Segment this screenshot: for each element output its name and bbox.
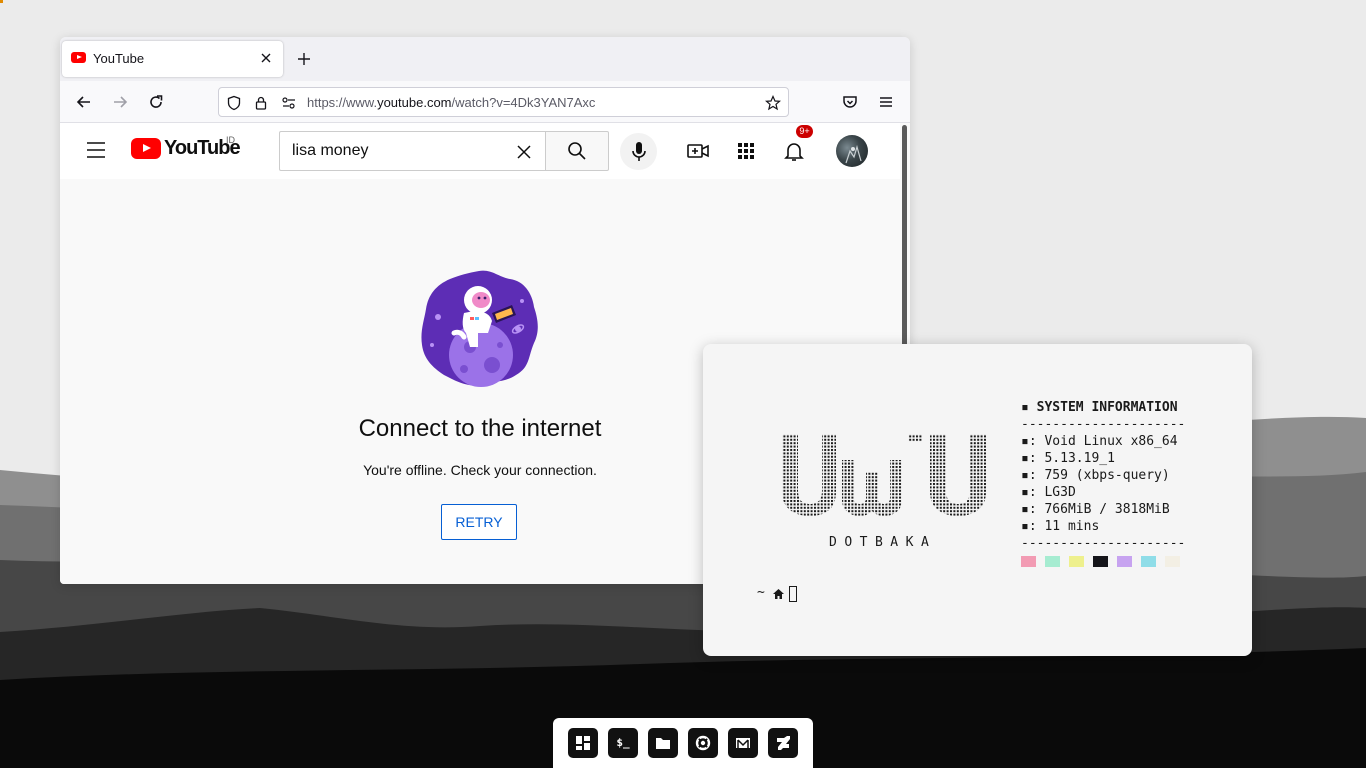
palette-swatch bbox=[1093, 556, 1108, 567]
region-code: ID bbox=[226, 135, 235, 145]
search-icon bbox=[568, 142, 586, 160]
bookmark-star-icon[interactable] bbox=[765, 95, 781, 111]
uwu-logo-art bbox=[782, 434, 986, 516]
logo-caption: DOTBAKA bbox=[829, 535, 937, 550]
youtube-logo-icon[interactable] bbox=[131, 138, 161, 159]
dock-mail-button[interactable] bbox=[728, 728, 758, 758]
back-icon[interactable] bbox=[75, 93, 93, 111]
microphone-icon bbox=[632, 142, 646, 161]
lock-icon[interactable] bbox=[253, 95, 269, 111]
address-bar[interactable]: https://www.youtube.com/watch?v=4Dk3YAN7… bbox=[218, 87, 789, 117]
shield-icon[interactable] bbox=[226, 95, 242, 111]
tab-youtube[interactable]: YouTube bbox=[62, 41, 283, 77]
terminal-icon: $_ bbox=[616, 736, 630, 749]
dock-help-button[interactable] bbox=[688, 728, 718, 758]
notifications-bell-icon[interactable] bbox=[782, 139, 806, 163]
youtube-favicon-icon bbox=[71, 52, 86, 63]
clear-search-icon[interactable] bbox=[516, 144, 532, 160]
notifications-badge: 9+ bbox=[795, 124, 814, 139]
pocket-icon[interactable] bbox=[841, 93, 859, 111]
palette-swatch bbox=[1117, 556, 1132, 567]
corner-indicator bbox=[0, 0, 3, 3]
terminal-cursor[interactable] bbox=[789, 586, 797, 602]
dock-deviantart-button[interactable] bbox=[768, 728, 798, 758]
palette-swatch bbox=[1165, 556, 1180, 567]
sysinfo-wm: ▪: LG3D bbox=[1021, 485, 1076, 500]
sysinfo-divider-bottom: --------------------- bbox=[1021, 536, 1186, 551]
lifebuoy-icon bbox=[695, 735, 711, 751]
palette-swatch bbox=[1069, 556, 1084, 567]
terminal-window[interactable]: DOTBAKA ▪ SYSTEM INFORMATION ------------… bbox=[703, 344, 1252, 656]
search-box bbox=[279, 131, 546, 171]
sysinfo-packages: ▪: 759 (xbps-query) bbox=[1021, 468, 1170, 483]
home-icon bbox=[773, 589, 784, 599]
page-scrollbar[interactable] bbox=[902, 125, 907, 347]
close-tab-icon[interactable] bbox=[258, 50, 274, 66]
palette-swatch bbox=[1141, 556, 1156, 567]
voice-search-button[interactable] bbox=[620, 133, 657, 170]
dashboard-icon bbox=[576, 736, 590, 750]
dock-terminal-button[interactable]: $_ bbox=[608, 728, 638, 758]
avatar-image-icon bbox=[845, 144, 862, 164]
sysinfo-kernel: ▪: 5.13.19_1 bbox=[1021, 451, 1115, 466]
avatar[interactable] bbox=[836, 135, 868, 167]
sysinfo-os: ▪: Void Linux x86_64 bbox=[1021, 434, 1178, 449]
dock: $_ bbox=[553, 718, 813, 768]
sysinfo-divider-top: --------------------- bbox=[1021, 417, 1186, 432]
new-tab-plus-icon[interactable] bbox=[296, 51, 312, 67]
tab-title: YouTube bbox=[93, 51, 145, 66]
deviantart-icon bbox=[777, 736, 790, 750]
mail-icon bbox=[736, 738, 750, 748]
forward-icon[interactable] bbox=[111, 93, 129, 111]
folder-icon bbox=[656, 738, 670, 749]
url-text[interactable]: https://www.youtube.com/watch?v=4Dk3YAN7… bbox=[307, 95, 595, 110]
url-path: /watch?v=4Dk3YAN7Axc bbox=[451, 95, 596, 110]
youtube-header: YouTube ID 9+ bbox=[60, 123, 900, 179]
retry-button[interactable]: RETRY bbox=[441, 504, 517, 540]
url-prefix: https://www. bbox=[307, 95, 378, 110]
sysinfo-uptime: ▪: 11 mins bbox=[1021, 519, 1100, 534]
menu-icon[interactable] bbox=[877, 93, 895, 111]
tab-strip: YouTube bbox=[60, 37, 910, 81]
permissions-icon[interactable] bbox=[281, 95, 297, 111]
palette-swatch bbox=[1045, 556, 1060, 567]
offline-astronaut-illustration bbox=[421, 270, 538, 387]
search-button[interactable] bbox=[545, 131, 609, 171]
sysinfo-memory: ▪: 766MiB / 3818MiB bbox=[1021, 502, 1170, 517]
sysinfo-title: ▪ SYSTEM INFORMATION bbox=[1021, 400, 1178, 415]
apps-grid-icon[interactable] bbox=[734, 139, 758, 163]
shell-prompt: ~ bbox=[757, 585, 765, 600]
search-input[interactable] bbox=[292, 142, 507, 160]
palette-swatch bbox=[1021, 556, 1036, 567]
guide-menu-icon[interactable] bbox=[86, 141, 106, 159]
dock-dashboard-button[interactable] bbox=[568, 728, 598, 758]
url-host: youtube.com bbox=[377, 95, 452, 110]
create-video-icon[interactable] bbox=[686, 139, 710, 163]
reload-icon[interactable] bbox=[147, 93, 165, 111]
system-information: ▪ SYSTEM INFORMATION --------------------… bbox=[1021, 399, 1185, 552]
navigation-toolbar: https://www.youtube.com/watch?v=4Dk3YAN7… bbox=[60, 81, 910, 123]
dock-files-button[interactable] bbox=[648, 728, 678, 758]
